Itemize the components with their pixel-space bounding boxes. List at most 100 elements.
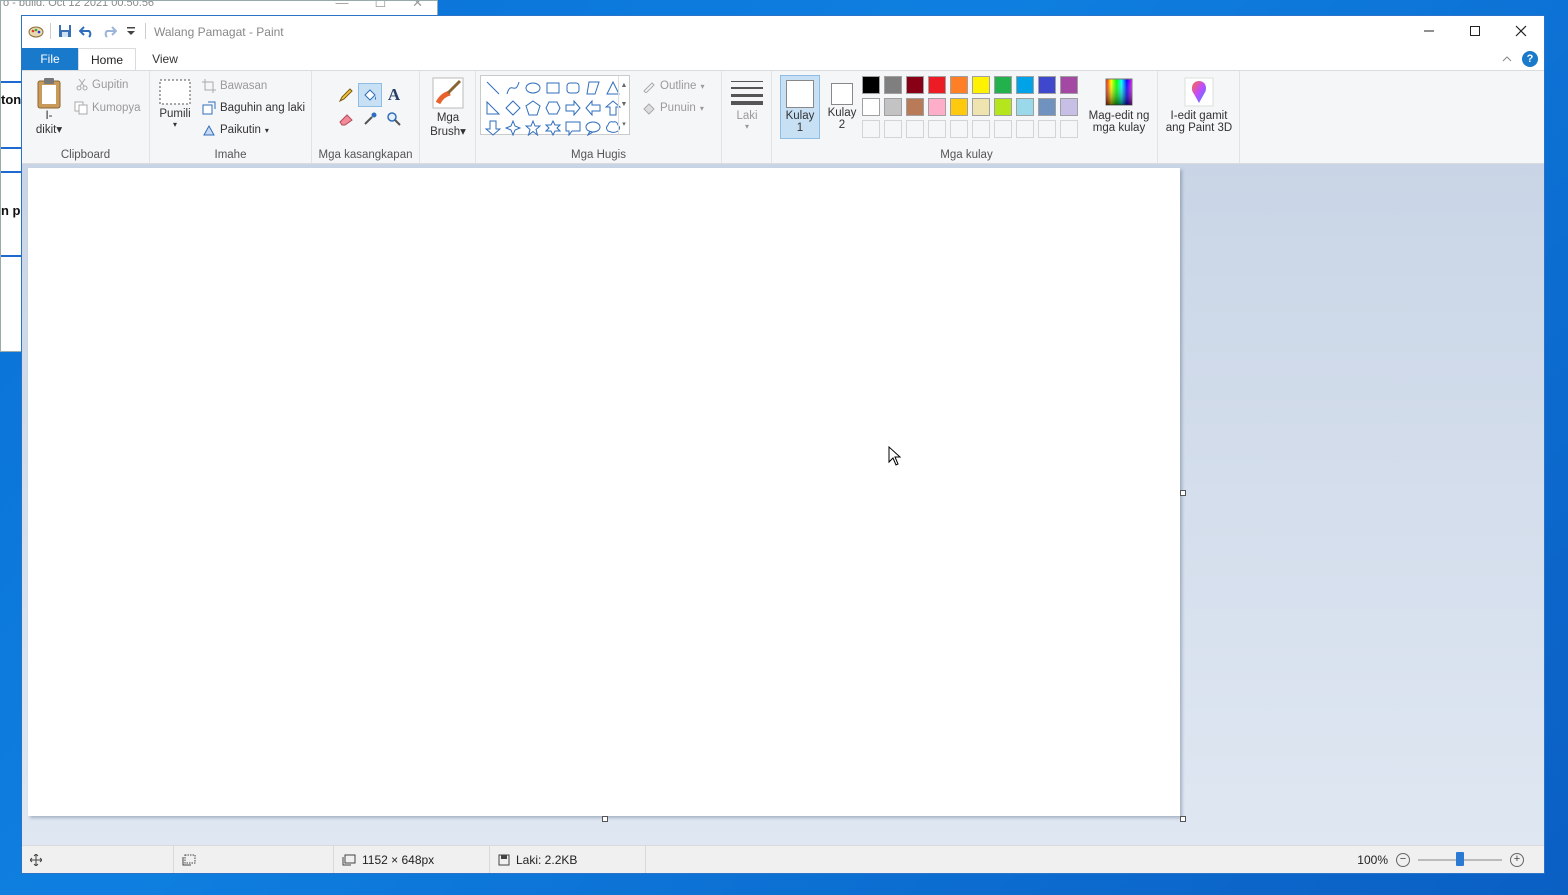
oval-callout-shape-icon[interactable] <box>583 118 603 138</box>
palette-swatch[interactable] <box>928 76 946 94</box>
cursor-position-section <box>22 846 174 873</box>
custom-color-slot[interactable] <box>994 120 1012 138</box>
rotate-button[interactable]: Paikutin ▾ <box>202 123 269 137</box>
palette-swatch[interactable] <box>928 98 946 116</box>
zoom-slider[interactable] <box>1418 851 1502 866</box>
palette-swatch[interactable] <box>1016 98 1034 116</box>
redo-icon[interactable] <box>101 23 117 39</box>
help-icon[interactable]: ? <box>1522 51 1538 67</box>
text-tool-icon[interactable]: A <box>382 83 406 107</box>
shapes-scrollbar[interactable]: ▲ ▼ ▾ <box>618 76 629 134</box>
maximize-button[interactable] <box>1452 16 1498 46</box>
fill-bucket-icon[interactable] <box>358 83 382 107</box>
right-triangle-shape-icon[interactable] <box>483 98 503 118</box>
paste-button[interactable]: I- dikit▾ <box>34 77 64 136</box>
hexagon-shape-icon[interactable] <box>543 98 563 118</box>
crop-button[interactable]: Bawasan <box>202 79 267 93</box>
eraser-icon[interactable] <box>334 107 358 131</box>
diamond-shape-icon[interactable] <box>503 98 523 118</box>
line-shape-icon[interactable] <box>483 78 503 98</box>
canvas-resize-handle-corner[interactable] <box>1180 816 1186 822</box>
palette-swatch[interactable] <box>906 98 924 116</box>
bg-close-icon[interactable]: ✕ <box>412 1 423 11</box>
outline-button[interactable]: Outline ▾ <box>642 79 704 93</box>
custom-color-slot[interactable] <box>928 120 946 138</box>
palette-swatch[interactable] <box>1060 76 1078 94</box>
custom-color-slot[interactable] <box>906 120 924 138</box>
tab-file[interactable]: File <box>22 48 78 70</box>
paint-app-icon[interactable] <box>28 23 44 39</box>
palette-swatch[interactable] <box>906 76 924 94</box>
custom-color-slot[interactable] <box>884 120 902 138</box>
expand-gallery-icon[interactable]: ▾ <box>622 120 626 128</box>
palette-swatch[interactable] <box>1060 98 1078 116</box>
custom-color-slot[interactable] <box>1038 120 1056 138</box>
minimize-button[interactable] <box>1406 16 1452 46</box>
palette-swatch[interactable] <box>1038 98 1056 116</box>
save-icon[interactable] <box>57 23 73 39</box>
bg-minimize-icon[interactable]: — <box>335 1 348 11</box>
close-button[interactable] <box>1498 16 1544 46</box>
selection-size-section <box>174 846 334 873</box>
paste-label-2: dikit▾ <box>35 124 63 136</box>
palette-swatch[interactable] <box>950 76 968 94</box>
color2-button[interactable]: Kulay 2 <box>822 75 862 139</box>
five-point-star-shape-icon[interactable] <box>523 118 543 138</box>
palette-swatch[interactable] <box>972 76 990 94</box>
palette-swatch[interactable] <box>1016 76 1034 94</box>
edit-colors-button[interactable]: Mag-edit ng mga kulay <box>1084 77 1154 134</box>
collapse-ribbon-icon[interactable] <box>1502 56 1512 62</box>
palette-swatch[interactable] <box>1038 76 1056 94</box>
custom-color-slot[interactable] <box>1060 120 1078 138</box>
six-point-star-shape-icon[interactable] <box>543 118 563 138</box>
scroll-down-icon[interactable]: ▼ <box>621 101 628 108</box>
copy-button[interactable]: Kumopya <box>74 101 141 115</box>
palette-swatch[interactable] <box>884 98 902 116</box>
custom-color-slot[interactable] <box>950 120 968 138</box>
color1-button[interactable]: Kulay 1 <box>780 75 820 139</box>
select-button[interactable]: Pumili ▾ <box>158 79 192 129</box>
brushes-button[interactable]: Mga Brush▾ <box>426 77 470 138</box>
zoom-out-icon[interactable]: − <box>1396 852 1410 867</box>
down-arrow-shape-icon[interactable] <box>483 118 503 138</box>
edit-paint3d-button[interactable]: I-edit gamit ang Paint 3D <box>1160 77 1238 134</box>
oval-shape-icon[interactable] <box>523 78 543 98</box>
palette-swatch[interactable] <box>972 98 990 116</box>
rectangular-callout-shape-icon[interactable] <box>563 118 583 138</box>
magnifier-icon[interactable] <box>382 107 406 131</box>
custom-color-slot[interactable] <box>1016 120 1034 138</box>
drawing-canvas[interactable] <box>28 168 1180 816</box>
palette-swatch[interactable] <box>862 76 880 94</box>
rectangle-shape-icon[interactable] <box>543 78 563 98</box>
pentagon-shape-icon[interactable] <box>523 98 543 118</box>
cut-button[interactable]: Gupitin <box>76 79 128 91</box>
tab-view[interactable]: View <box>140 48 190 70</box>
pencil-icon[interactable] <box>334 83 358 107</box>
canvas-resize-handle-right[interactable] <box>1180 490 1186 496</box>
palette-swatch[interactable] <box>862 98 880 116</box>
custom-color-slot[interactable] <box>972 120 990 138</box>
rounded-rectangle-shape-icon[interactable] <box>563 78 583 98</box>
customize-toolbar-icon[interactable] <box>123 23 139 39</box>
zoom-slider-thumb[interactable] <box>1456 851 1464 866</box>
undo-icon[interactable] <box>79 23 95 39</box>
palette-swatch[interactable] <box>884 76 902 94</box>
palette-swatch[interactable] <box>994 98 1012 116</box>
palette-swatch[interactable] <box>950 98 968 116</box>
custom-color-slot[interactable] <box>862 120 880 138</box>
curve-shape-icon[interactable] <box>503 78 523 98</box>
zoom-in-icon[interactable]: + <box>1510 852 1524 867</box>
four-point-star-shape-icon[interactable] <box>503 118 523 138</box>
size-button[interactable]: Laki ▾ <box>730 79 764 131</box>
color-picker-icon[interactable] <box>358 107 382 131</box>
polygon-shape-icon[interactable] <box>583 78 603 98</box>
left-arrow-shape-icon[interactable] <box>583 98 603 118</box>
right-arrow-shape-icon[interactable] <box>563 98 583 118</box>
bg-maximize-icon[interactable]: ☐ <box>374 1 386 11</box>
canvas-resize-handle-bottom[interactable] <box>602 816 608 822</box>
palette-swatch[interactable] <box>994 76 1012 94</box>
fill-button[interactable]: Punuin ▾ <box>642 101 704 115</box>
scroll-up-icon[interactable]: ▲ <box>621 82 628 89</box>
resize-button[interactable]: Baguhin ang laki <box>202 101 305 115</box>
tab-home[interactable]: Home <box>78 48 136 70</box>
